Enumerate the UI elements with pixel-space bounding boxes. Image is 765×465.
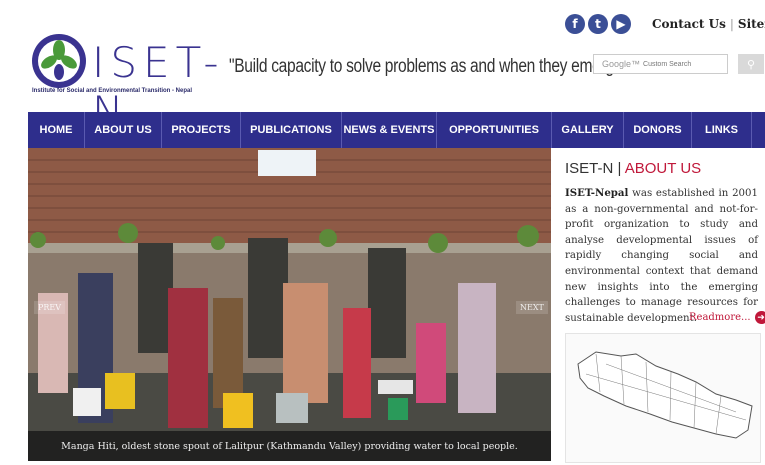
about-heading: ISET-N | ABOUT US bbox=[565, 160, 701, 177]
search-brand: Google™ bbox=[602, 59, 641, 69]
logo-full-name: Institute for Social and Environmental T… bbox=[32, 88, 193, 94]
site-logo[interactable]: ISET-N Institute for Social and Environm… bbox=[30, 32, 219, 136]
nav-item-news-events[interactable]: NEWS & EVENTS bbox=[342, 112, 437, 148]
about-heading-prefix: ISET-N bbox=[565, 160, 614, 177]
sitemap-link[interactable]: Sitemap bbox=[738, 17, 765, 31]
search-icon: ⚲ bbox=[746, 57, 756, 71]
slider-caption: Manga Hiti, oldest stone spout of Lalitp… bbox=[28, 431, 551, 461]
about-body: was established in 2001 as a non-governm… bbox=[565, 188, 758, 324]
top-links-divider: | bbox=[729, 17, 734, 31]
nepal-map-icon bbox=[577, 351, 753, 439]
nav-item-donors[interactable]: DONORS bbox=[624, 112, 692, 148]
slider-prev-button[interactable]: PREV bbox=[34, 301, 66, 314]
arrow-right-icon: ➜ bbox=[754, 311, 765, 324]
facebook-icon[interactable]: f bbox=[565, 14, 585, 34]
search-placeholder: Custom Search bbox=[643, 60, 692, 68]
about-org-name: ISET-Nepal bbox=[565, 187, 629, 199]
youtube-icon[interactable]: ▶ bbox=[611, 14, 631, 34]
nav-item-links[interactable]: LINKS bbox=[692, 112, 752, 148]
slider-photo bbox=[28, 148, 551, 461]
nav-item-home[interactable]: HOME bbox=[28, 112, 85, 148]
social-links: f t ▶ bbox=[565, 14, 631, 34]
main-nav: HOME ABOUT US PROJECTS PUBLICATIONS NEWS… bbox=[28, 112, 765, 148]
readmore-link[interactable]: Readmore... ➜ bbox=[689, 311, 765, 324]
about-text: ISET-Nepal was established in 2001 as a … bbox=[565, 186, 758, 326]
nav-item-opportunities[interactable]: OPPORTUNITIES bbox=[437, 112, 552, 148]
about-heading-suffix: ABOUT US bbox=[624, 160, 702, 177]
about-panel: ISET-N | ABOUT US ISET-Nepal was establi… bbox=[555, 148, 765, 465]
twitter-icon[interactable]: t bbox=[588, 14, 608, 34]
readmore-label: Readmore... bbox=[689, 312, 751, 323]
top-links: Contact Us| Sitemap bbox=[652, 17, 765, 31]
nav-item-about-us[interactable]: ABOUT US bbox=[85, 112, 162, 148]
nav-item-projects[interactable]: PROJECTS bbox=[162, 112, 241, 148]
search-input[interactable]: Google™ Custom Search bbox=[593, 54, 728, 74]
nav-item-publications[interactable]: PUBLICATIONS bbox=[241, 112, 342, 148]
about-heading-separator: | bbox=[613, 160, 625, 177]
search-button[interactable]: ⚲ bbox=[738, 54, 764, 74]
contact-us-link[interactable]: Contact Us bbox=[652, 17, 726, 31]
slider-next-button[interactable]: NEXT bbox=[516, 301, 548, 314]
nepal-map-image[interactable] bbox=[565, 333, 761, 463]
logo-emblem-icon bbox=[32, 34, 86, 88]
hero-slider: PREV NEXT Manga Hiti, oldest stone spout… bbox=[28, 148, 551, 461]
nav-item-gallery[interactable]: GALLERY bbox=[552, 112, 624, 148]
site-tagline: "Build capacity to solve problems as and… bbox=[229, 56, 628, 77]
